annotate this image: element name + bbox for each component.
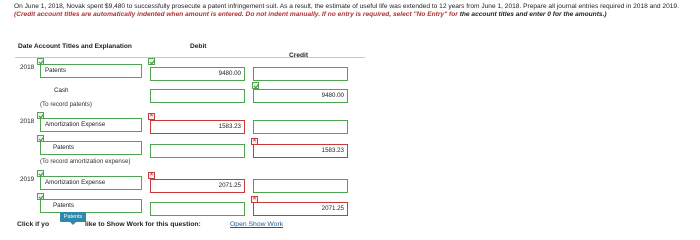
incorrect-x-icon: × (148, 172, 155, 179)
instructions-note-end: the account titles and enter 0 for the a… (459, 11, 607, 19)
open-show-work-link[interactable]: Open Show Work (230, 221, 283, 228)
account-title-select[interactable]: Patents (40, 199, 142, 213)
debit-input[interactable] (150, 202, 245, 216)
account-title-select[interactable]: Patents (40, 64, 142, 78)
entry-year: 2018 (20, 64, 35, 71)
entry-memo: (To record amortization expense) (40, 158, 131, 165)
entry-year: 2019 (20, 176, 35, 183)
debit-input[interactable] (150, 144, 245, 158)
account-title-label: Cash (54, 87, 69, 94)
instructions-text: On June 1, 2018, Novak spent $9,480 to s… (14, 3, 679, 10)
instructions-note: (Credit account titles are automatically… (14, 11, 458, 19)
correct-check-icon (252, 82, 259, 89)
debit-input[interactable]: 1583.23 (150, 120, 245, 134)
entry-year: 2018 (20, 118, 35, 125)
credit-input[interactable]: 1583.23 (253, 144, 348, 158)
credit-input[interactable] (253, 120, 348, 134)
instructions: On June 1, 2018, Novak spent $9,480 to s… (14, 3, 686, 20)
tooltip-arrow-icon (70, 222, 76, 225)
header-date-titles: Date Account Titles and Explanation (18, 43, 132, 50)
debit-input[interactable]: 2071.25 (150, 179, 245, 193)
correct-check-icon (148, 58, 155, 65)
credit-input[interactable]: 9480.00 (253, 89, 348, 103)
autocomplete-tooltip[interactable]: Patents (60, 212, 86, 222)
account-title-select[interactable]: Patents (40, 141, 142, 155)
account-title-select[interactable]: Amortization Expense (40, 176, 142, 190)
show-work-prompt-suffix: like to Show Work for this question: (85, 221, 201, 228)
incorrect-x-icon: × (148, 113, 155, 120)
credit-input[interactable] (253, 67, 348, 81)
header-debit: Debit (190, 43, 207, 50)
credit-input[interactable] (253, 179, 348, 193)
entry-memo: (To record patents) (40, 101, 92, 108)
show-work-prompt: Click if yo (17, 221, 50, 228)
account-title-select[interactable]: Amortization Expense (40, 118, 142, 132)
credit-input[interactable]: 2071.25 (253, 202, 348, 216)
header-divider (15, 57, 365, 58)
debit-input[interactable] (150, 89, 245, 103)
debit-input[interactable]: 9480.00 (150, 67, 245, 81)
